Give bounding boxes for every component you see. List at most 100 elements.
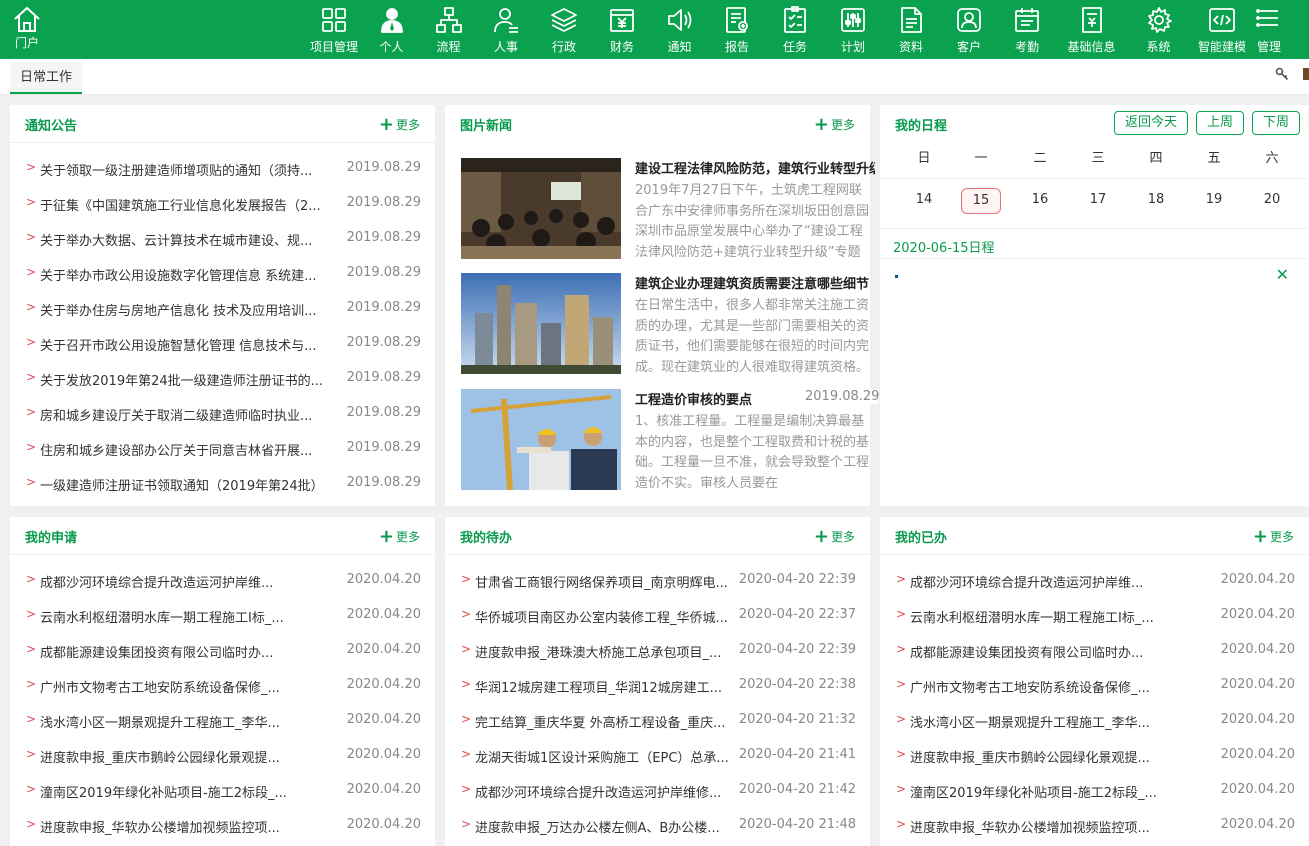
list-item[interactable]: > 成都沙河环境综合提升改造运河护岸维... 2020.04.20 [10,563,435,598]
list-item[interactable]: > 浅水湾小区一期景观提升工程施工_李华... 2020.04.20 [10,703,435,738]
nav-item[interactable]: 报告 [708,0,766,59]
news-item[interactable]: 建筑企业办理建筑资质需要注意哪些细节 在日常生活中，很多人都非常关注施工资质的办… [461,273,885,376]
nav-item[interactable]: 个人 [363,0,420,59]
list-item[interactable]: > 甘肃省工商银行网络保养项目_南京明辉电... 2020-04-20 22:39 [445,563,870,598]
list-item-text[interactable]: 龙湖天街城1区设计采购施工（EPC）总承... [475,747,740,766]
nav-item[interactable]: 通知 [651,0,708,59]
list-item-text[interactable]: 关于举办市政公用设施数字化管理信息 系统建... [40,265,330,284]
calendar-day[interactable]: 16 [1011,192,1069,207]
news-image-seminar[interactable] [461,158,621,259]
nav-item[interactable]: 财务 [593,0,651,59]
list-item-text[interactable]: 广州市文物考古工地安防系统设备保修_... [910,677,1160,696]
calendar-day[interactable]: 14 [895,192,953,207]
list-item-text[interactable]: 关于召开市政公用设施智慧化管理 信息技术与... [40,335,330,354]
todo-more-link[interactable]: + 更多 [814,527,855,545]
nav-item[interactable]: 管理 [1254,0,1284,59]
list-item-text[interactable]: 进度款申报_华软办公楼增加视频监控项... [910,817,1160,836]
key-icon[interactable] [1275,67,1289,81]
list-item[interactable]: > 住房和城乡建设部办公厅关于同意吉林省开展... 2019.08.29 [10,431,435,466]
list-item-text[interactable]: 成都能源建设集团投资有限公司临时办... [40,642,290,661]
news-more-link[interactable]: + 更多 [814,115,855,133]
news-item[interactable]: 工程造价审核的要点 2019.08.29 1、核准工程量。工程量是编制决算最基本… [461,389,885,492]
list-item[interactable]: > 华侨城项目南区办公室内装修工程_华侨城... 2020-04-20 22:37 [445,598,870,633]
news-headline[interactable]: 建筑企业办理建筑资质需要注意哪些细节 [635,273,875,292]
list-item[interactable]: > 关于举办大数据、云计算技术在城市建设、规... 2019.08.29 [10,221,435,256]
list-item[interactable]: > 一级建造师注册证书领取通知（2019年第24批） 2019.08.29 [10,466,435,501]
list-item[interactable]: > 华润12城房建工程项目_华润12城房建工... 2020-04-20 22:38 [445,668,870,703]
list-item[interactable]: > 关于领取一级注册建造师增项贴的通知（须持... 2019.08.29 [10,151,435,186]
notice-more-link[interactable]: + 更多 [379,115,420,133]
list-item[interactable]: > 浅水湾小区一期景观提升工程施工_李华... 2020.04.20 [880,703,1309,738]
list-item-text[interactable]: 关于举办住房与房地产信息化 技术及应用培训... [40,300,330,319]
next-week-button[interactable]: 下周 [1252,111,1300,135]
calendar-day[interactable]: 19 [1185,192,1243,207]
list-item-text[interactable]: 甘肃省工商银行网络保养项目_南京明辉电... [475,572,740,591]
list-item-text[interactable]: 潼南区2019年绿化补贴项目-施工2标段_... [40,782,290,801]
nav-item[interactable]: 客户 [940,0,998,59]
list-item[interactable]: > 关于召开市政公用设施智慧化管理 信息技术与... 2019.08.29 [10,326,435,361]
list-item-text[interactable]: 广州市文物考古工地安防系统设备保修_... [40,677,290,696]
nav-item[interactable]: 人事 [477,0,535,59]
calendar-day[interactable]: 18 [1127,192,1185,207]
list-item[interactable]: > 进度款申报_重庆市鹅岭公园绿化景观提... 2020.04.20 [880,738,1309,773]
nav-item[interactable]: 基础信息 [1056,0,1127,59]
list-item[interactable]: > 成都沙河环境综合提升改造运河护岸维修... 2020-04-20 21:42 [445,773,870,808]
list-item-text[interactable]: 房和城乡建设厅关于取消二级建造师临时执业... [40,405,330,424]
apply-more-link[interactable]: + 更多 [379,527,420,545]
list-item[interactable]: > 成都沙河环境综合提升改造运河护岸维... 2020.04.20 [880,563,1309,598]
list-item[interactable]: > 成都能源建设集团投资有限公司临时办... 2020.04.20 [880,633,1309,668]
nav-item[interactable]: 系统 [1127,0,1190,59]
list-item[interactable]: > 进度款申报_万达办公楼左侧A、B办公楼... 2020-04-20 21:48 [445,808,870,843]
list-item-text[interactable]: 成都能源建设集团投资有限公司临时办... [910,642,1160,661]
list-item-text[interactable]: 完工结算_重庆华夏 外高桥工程设备_重庆... [475,712,740,731]
list-item[interactable]: > 广州市文物考古工地安防系统设备保修_... 2020.04.20 [880,668,1309,703]
list-item-text[interactable]: 关于领取一级注册建造师增项贴的通知（须持... [40,160,330,179]
nav-item[interactable]: 计划 [824,0,882,59]
list-item-text[interactable]: 于征集《中国建筑施工行业信息化发展报告（2... [40,195,330,214]
list-item-text[interactable]: 云南水利枢纽潜明水库一期工程施工Ⅰ标_... [910,607,1160,626]
list-item-text[interactable]: 云南水利枢纽潜明水库一期工程施工Ⅰ标_... [40,607,290,626]
list-item[interactable]: > 成都能源建设集团投资有限公司临时办... 2020.04.20 [10,633,435,668]
list-item-text[interactable]: 成都沙河环境综合提升改造运河护岸维修... [475,782,740,801]
folder-icon[interactable] [1303,68,1309,80]
nav-item[interactable]: 项目管理 [305,0,363,59]
list-item[interactable]: > 进度款申报_华软办公楼增加视频监控项... 2020.04.20 [10,808,435,843]
nav-item[interactable]: 流程 [420,0,477,59]
list-item[interactable]: > 完工结算_重庆华夏 外高桥工程设备_重庆... 2020-04-20 21:32 [445,703,870,738]
nav-item[interactable]: 资料 [882,0,940,59]
list-item-text[interactable]: 进度款申报_华软办公楼增加视频监控项... [40,817,290,836]
list-item[interactable]: > 关于举办住房与房地产信息化 技术及应用培训... 2019.08.29 [10,291,435,326]
list-item[interactable]: > 进度款申报_重庆市鹅岭公园绿化景观提... 2020.04.20 [10,738,435,773]
list-item[interactable]: > 潼南区2019年绿化补贴项目-施工2标段_... 2020.04.20 [10,773,435,808]
list-item-text[interactable]: 关于发放2019年第24批一级建造师注册证书的... [40,370,330,389]
list-item[interactable]: > 房和城乡建设厅关于取消二级建造师临时执业... 2019.08.29 [10,396,435,431]
list-item[interactable]: > 云南水利枢纽潜明水库一期工程施工Ⅰ标_... 2020.04.20 [880,598,1309,633]
list-item[interactable]: > 云南水利枢纽潜明水库一期工程施工Ⅰ标_... 2020.04.20 [10,598,435,633]
list-item-text[interactable]: 进度款申报_重庆市鹅岭公园绿化景观提... [40,747,290,766]
calendar-day[interactable]: 20 [1243,192,1301,207]
list-item-text[interactable]: 成都沙河环境综合提升改造运河护岸维... [40,572,290,591]
list-item[interactable]: > 进度款申报_华软办公楼增加视频监控项... 2020.04.20 [880,808,1309,843]
list-item[interactable]: > 潼南区2019年绿化补贴项目-施工2标段_... 2020.04.20 [880,773,1309,808]
back-to-today-button[interactable]: 返回今天 [1114,111,1188,135]
list-item[interactable]: > 于征集《中国建筑施工行业信息化发展报告（2... 2019.08.29 [10,186,435,221]
nav-item[interactable]: 考勤 [998,0,1056,59]
list-item-text[interactable]: 进度款申报_重庆市鹅岭公园绿化景观提... [910,747,1160,766]
list-item-text[interactable]: 成都沙河环境综合提升改造运河护岸维... [910,572,1160,591]
close-icon[interactable]: ✕ [1276,265,1289,284]
list-item[interactable]: > 龙湖天街城1区设计采购施工（EPC）总承... 2020-04-20 21:41 [445,738,870,773]
news-headline[interactable]: 建设工程法律风险防范，建筑行业转型升级 [635,158,875,177]
list-item[interactable]: > 广州市文物考古工地安防系统设备保修_... 2020.04.20 [10,668,435,703]
done-more-link[interactable]: + 更多 [1253,527,1294,545]
list-item-text[interactable]: 浅水湾小区一期景观提升工程施工_李华... [910,712,1160,731]
list-item-text[interactable]: 住房和城乡建设部办公厅关于同意吉林省开展... [40,440,330,459]
news-item[interactable]: 建设工程法律风险防范，建筑行业转型升级 2019年7月27日下午，土筑虎工程网联… [461,158,885,261]
list-item[interactable]: > 关于举办市政公用设施数字化管理信息 系统建... 2019.08.29 [10,256,435,291]
news-image-buildings[interactable] [461,273,621,374]
list-item-text[interactable]: 进度款申报_万达办公楼左侧A、B办公楼... [475,817,740,836]
nav-home[interactable]: 门户 [8,5,46,55]
calendar-day[interactable]: 17 [1069,192,1127,207]
news-image-engineers[interactable] [461,389,621,490]
tab-daily-work[interactable]: 日常工作 [10,62,83,94]
list-item-text[interactable]: 华侨城项目南区办公室内装修工程_华侨城... [475,607,740,626]
